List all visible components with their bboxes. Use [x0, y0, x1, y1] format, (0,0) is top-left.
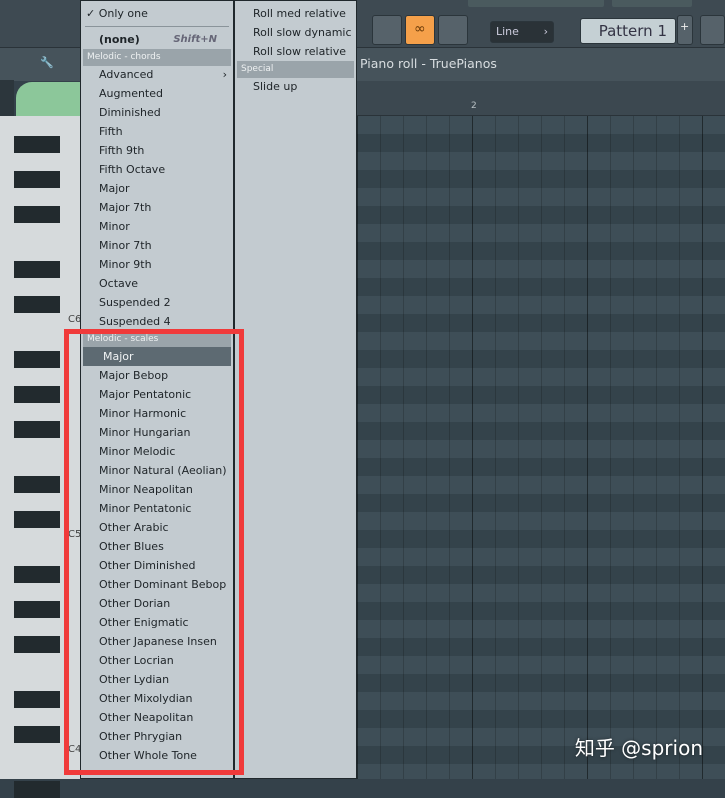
menu-item-chord[interactable]: Octave [81, 274, 233, 293]
tool-menu-arpeggios: Roll med relative Roll slow dynamic Roll… [234, 0, 357, 779]
black-key[interactable] [14, 261, 60, 278]
note-grid[interactable] [357, 116, 725, 779]
black-key[interactable] [14, 206, 60, 223]
black-key[interactable] [14, 691, 60, 708]
cpu-display [612, 0, 692, 7]
menu-item-chord[interactable]: Major 7th [81, 198, 233, 217]
black-key[interactable] [14, 636, 60, 653]
menu-item-chord[interactable]: Minor 7th [81, 236, 233, 255]
menu-item-chord[interactable]: Fifth [81, 122, 233, 141]
menu-item[interactable]: Roll slow dynamic [235, 23, 356, 42]
chevron-right-icon: › [543, 25, 548, 38]
wrench-icon[interactable]: 🔧 [40, 56, 54, 69]
menu-item-none[interactable]: (none) Shift+N [81, 30, 233, 49]
menu-item-chord[interactable]: Advanced › [81, 65, 233, 84]
stamp-button[interactable] [372, 15, 402, 45]
highlight-box [64, 329, 244, 775]
black-key[interactable] [14, 781, 60, 798]
watermark: 知乎 @sprion [574, 736, 703, 760]
menu-item-only-one[interactable]: ✓ Only one [81, 4, 233, 23]
menu-item-chord[interactable]: Fifth Octave [81, 160, 233, 179]
black-key[interactable] [14, 351, 60, 368]
timeline-ruler[interactable]: 2 [357, 81, 725, 116]
black-key[interactable] [14, 421, 60, 438]
snap-select[interactable]: Line › [490, 21, 554, 43]
pianoroll-tab [16, 82, 86, 116]
add-pattern-button[interactable]: + [677, 15, 693, 45]
black-key[interactable] [14, 296, 60, 313]
menu-item[interactable]: Roll slow relative [235, 42, 356, 61]
metronome-knob-button[interactable] [438, 15, 468, 45]
black-key[interactable] [14, 136, 60, 153]
link-button[interactable]: ∞ [405, 15, 435, 45]
black-key[interactable] [14, 171, 60, 188]
black-key[interactable] [14, 386, 60, 403]
black-key[interactable] [14, 511, 60, 528]
black-key[interactable] [14, 476, 60, 493]
submenu-arrow-icon: › [222, 68, 227, 81]
menu-item[interactable]: Slide up [235, 77, 356, 96]
menu-item-chord[interactable]: Minor [81, 217, 233, 236]
menu-divider [85, 26, 229, 27]
menu-item-chord[interactable]: Minor 9th [81, 255, 233, 274]
menu-item-chord[interactable]: Augmented [81, 84, 233, 103]
piano-roll-view-button[interactable] [700, 15, 725, 45]
section-header-chords: Melodic - chords [83, 49, 231, 66]
black-key[interactable] [14, 566, 60, 583]
menu-item-chord[interactable]: Major [81, 179, 233, 198]
window-title: Piano roll - TruePianos [360, 56, 497, 71]
pattern-selector[interactable]: Pattern 1 [580, 18, 676, 44]
link-icon: ∞ [414, 21, 426, 37]
section-header-special: Special [237, 61, 354, 78]
black-key[interactable] [14, 726, 60, 743]
black-key[interactable] [14, 601, 60, 618]
tempo-display[interactable] [468, 0, 604, 7]
menu-item-chord[interactable]: Fifth 9th [81, 141, 233, 160]
menu-item-chord[interactable]: Diminished [81, 103, 233, 122]
menu-item[interactable]: Roll med relative [235, 4, 356, 23]
menu-item-chord[interactable]: Suspended 2 [81, 293, 233, 312]
